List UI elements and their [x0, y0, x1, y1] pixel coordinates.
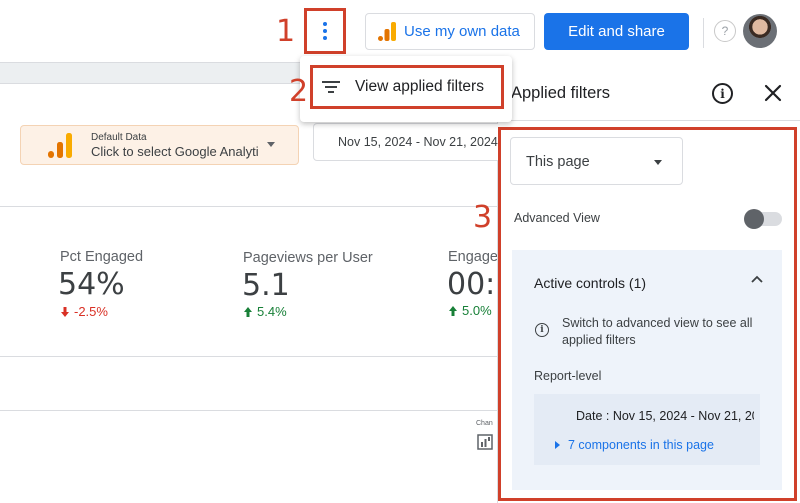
scope-value: This page — [526, 154, 590, 170]
filter-card — [534, 394, 760, 465]
close-icon[interactable] — [764, 84, 782, 102]
metric-delta-value: 5.0% — [462, 303, 492, 318]
panel-title: Applied filters — [511, 84, 611, 102]
date-range-control[interactable]: Nov 15, 2024 - Nov 21, 2024 — [313, 123, 513, 161]
metric-card-clipped: Engaged 00:0 5.0% — [447, 248, 497, 348]
panel-header-divider — [498, 120, 800, 121]
use-own-data-button[interactable]: Use my own data — [365, 13, 535, 50]
metric-delta-value: 5.4% — [257, 304, 287, 319]
metric-label: Pageviews per User — [243, 250, 373, 266]
use-own-data-label: Use my own data — [404, 23, 520, 40]
metric-delta-value: -2.5% — [74, 304, 108, 319]
metric-value: 00:0 — [447, 267, 497, 302]
chart-icon[interactable] — [477, 434, 493, 450]
chevron-up-icon[interactable] — [751, 274, 763, 284]
edit-and-share-button[interactable]: Edit and share — [544, 13, 689, 50]
chart-label: Chan — [476, 420, 493, 427]
more-vert-icon — [323, 22, 327, 40]
info-icon[interactable]: i — [712, 83, 733, 104]
metric-value: 54% — [58, 267, 125, 302]
metric-label: Pct Engaged — [60, 249, 144, 265]
toolbar-divider — [703, 18, 704, 48]
dropdown-caret-icon — [654, 160, 662, 165]
dropdown-caret-icon — [267, 142, 275, 147]
section-divider — [0, 356, 500, 357]
metric-value: 5.1 — [242, 268, 290, 303]
step-annotation-2: 2 — [289, 74, 309, 109]
active-controls-title: Active controls (1) — [534, 275, 647, 291]
advanced-view-label: Advanced View — [514, 211, 600, 225]
menu-item-label: View applied filters — [355, 78, 484, 95]
arrow-down-icon — [61, 306, 69, 317]
report-level-label: Report-level — [534, 369, 602, 383]
more-options-button[interactable] — [304, 8, 346, 54]
components-link[interactable]: 7 components in this page — [568, 438, 714, 452]
date-filter: Date : Nov 15, 2024 - Nov 21, 2024 — [576, 409, 754, 423]
arrow-up-icon — [449, 305, 457, 316]
step-annotation-3: 3 — [473, 200, 493, 235]
section-divider — [0, 410, 500, 411]
advanced-view-toggle-knob[interactable] — [744, 209, 764, 229]
metric-label: Engaged — [448, 249, 497, 265]
metric-delta: -2.5% — [61, 304, 108, 319]
arrow-up-icon — [244, 306, 252, 317]
analytics-logo-icon — [48, 133, 72, 158]
metric-delta: 5.0% — [449, 303, 492, 318]
data-source-title: Default Data — [91, 132, 147, 143]
section-divider — [0, 206, 500, 207]
metric-delta: 5.4% — [244, 304, 287, 319]
avatar[interactable] — [743, 14, 777, 48]
data-source-value: Click to select Google Analyti — [91, 144, 259, 159]
filter-list-icon — [321, 81, 341, 93]
help-icon[interactable]: ? — [714, 20, 736, 42]
menu-item-view-applied-filters[interactable]: View applied filters — [310, 65, 504, 109]
analytics-logo-icon — [378, 21, 396, 41]
step-annotation-1: 1 — [276, 14, 296, 49]
advanced-view-hint: Switch to advanced view to see all appli… — [562, 316, 753, 347]
expand-caret-icon[interactable] — [555, 441, 560, 449]
info-icon: i — [535, 323, 549, 337]
